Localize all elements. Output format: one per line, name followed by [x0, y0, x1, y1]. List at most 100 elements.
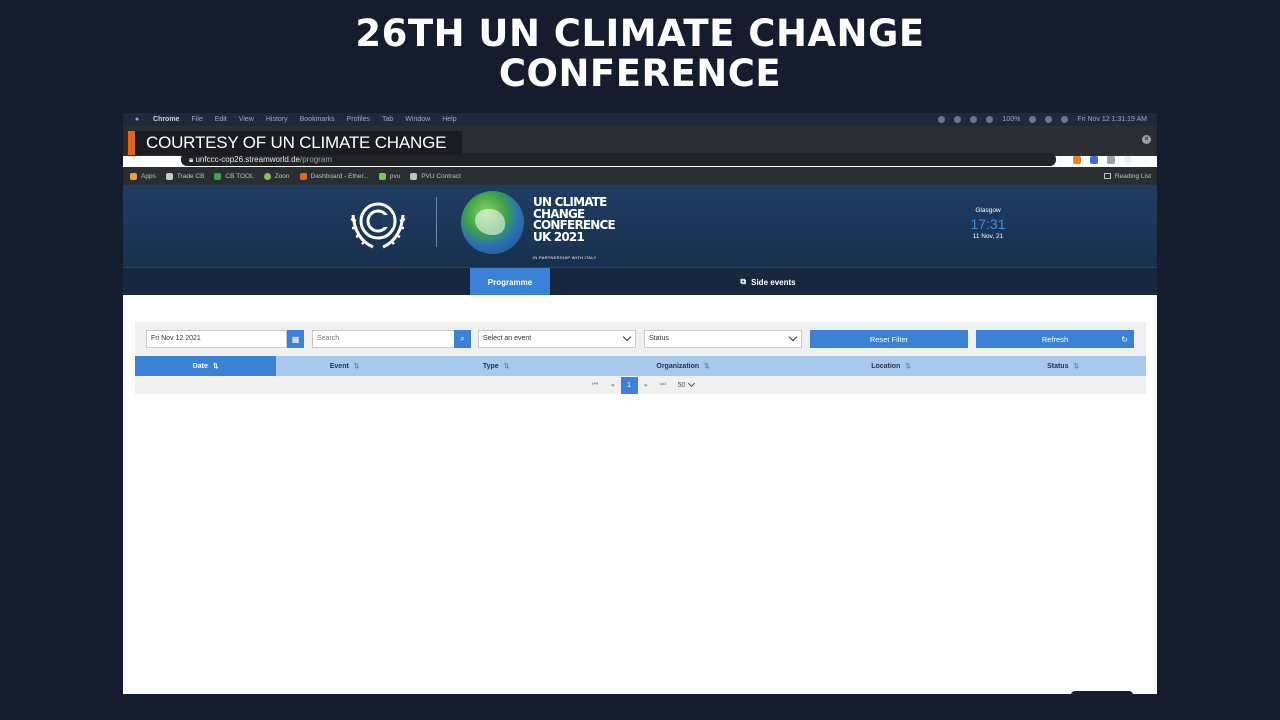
glasgow-clock: Glasgow 17:31 11 Nov, 21: [966, 207, 1010, 240]
column-header-location[interactable]: Location ⇅: [787, 356, 995, 376]
headline-line-2: CONFERENCE: [498, 52, 782, 95]
programme-content: Fri Nov 12 2021 ▦ Search ⌕ Select an eve…: [123, 295, 1157, 694]
column-header-event[interactable]: Event ⇅: [276, 356, 413, 376]
metamask-extension-icon[interactable]: [1073, 155, 1081, 164]
column-header-date[interactable]: Date ⇅: [135, 356, 276, 376]
site-header: UN CLIMATE CHANGE CONFERENCE UK 2021 IN …: [123, 185, 1157, 267]
menu-item-tab[interactable]: Tab: [382, 116, 393, 123]
menu-item-bookmarks[interactable]: Bookmarks: [300, 116, 335, 123]
pvu-icon: [378, 172, 386, 180]
tab-side-events[interactable]: ⧉ Side events: [723, 268, 813, 296]
clock-city: Glasgow: [975, 207, 1001, 214]
chevron-down-icon: [788, 332, 798, 342]
chevron-down-icon: [622, 332, 632, 342]
headline: 26TH UN CLIMATE CHANGE CONFERENCE: [0, 14, 1280, 94]
menubar-status-area: 100% Fri Nov 12 1:31:19 AM: [938, 113, 1147, 126]
puzzle-icon[interactable]: [1107, 155, 1115, 164]
courtesy-overlay: COURTESY OF UN CLIMATE CHANGE: [128, 131, 463, 155]
tab-programme[interactable]: Programme: [470, 268, 550, 296]
column-header-status[interactable]: Status ⇅: [995, 356, 1131, 376]
search-input[interactable]: Search: [312, 330, 455, 348]
control-center-icon[interactable]: [1061, 116, 1069, 123]
table-header: Date ⇅ Event ⇅ Type ⇅ Organization ⇅ Locatio…: [135, 356, 1146, 376]
menu-item-window[interactable]: Window: [405, 116, 430, 123]
extension-icon[interactable]: [1090, 155, 1098, 164]
prev-page-icon[interactable]: ◂: [604, 377, 621, 394]
url-path: /program: [299, 155, 332, 164]
menu-item-file[interactable]: File: [191, 116, 202, 123]
cbtool-icon: [214, 172, 222, 180]
apple-icon[interactable]: ●: [133, 116, 141, 123]
last-page-icon[interactable]: ⏭: [655, 377, 672, 394]
header-divider: [436, 197, 437, 247]
bookmark-zoon[interactable]: Zoon: [263, 172, 290, 180]
star-icon[interactable]: ☆: [1056, 156, 1064, 166]
pagination: ⏮ ◂ 1 ▸ ⏭ 50: [135, 376, 1146, 394]
clock-date: 11 Nov, 21: [972, 233, 1004, 240]
status-app-icon[interactable]: [938, 116, 946, 123]
unfccc-logo[interactable]: [343, 195, 413, 253]
external-link-icon: ⧉: [740, 277, 747, 286]
battery-percent: 100%: [1002, 116, 1021, 123]
menu-item-chrome[interactable]: Chrome: [153, 116, 179, 123]
bottom-widget-tab: [1071, 691, 1133, 694]
search-icon[interactable]: [1045, 116, 1053, 123]
event-select[interactable]: Select an event: [478, 330, 636, 348]
date-input[interactable]: Fri Nov 12 2021: [146, 330, 287, 348]
zoon-icon: [263, 172, 271, 180]
first-page-icon[interactable]: ⏮: [587, 377, 604, 394]
calendar-icon[interactable]: ▦: [287, 330, 304, 348]
extension-toolbar: ☆ ⋮: [1056, 153, 1149, 166]
dashboard-icon: [299, 172, 307, 180]
column-header-organization[interactable]: Organization ⇅: [579, 356, 787, 376]
sort-icon: ⇅: [353, 363, 360, 370]
apps-grid-icon: [130, 172, 137, 180]
column-header-type[interactable]: Type ⇅: [413, 356, 579, 376]
bookmark-dashboard[interactable]: Dashboard - Ether...: [299, 172, 369, 180]
cop26-subtitle: IN PARTNERSHIP WITH ITALY: [533, 255, 597, 260]
reading-list-button[interactable]: Reading List: [1103, 167, 1151, 185]
cop26-logo-text[interactable]: UN CLIMATE CHANGE CONFERENCE UK 2021: [533, 196, 616, 243]
refresh-icon: ↻: [1121, 334, 1128, 344]
chevron-down-icon: [688, 379, 696, 388]
bookmark-pvu-contract[interactable]: PVU Contract: [410, 172, 461, 180]
status-app-icon[interactable]: [954, 116, 962, 123]
globe-icon[interactable]: [970, 116, 978, 123]
more-menu-icon[interactable]: ⋮: [1141, 156, 1149, 165]
menu-item-profiles[interactable]: Profiles: [347, 116, 370, 123]
close-icon[interactable]: ×: [1142, 135, 1151, 144]
macos-menubar: ● Chrome File Edit View History Bookmark…: [123, 113, 1157, 126]
courtesy-accent-bar: [128, 131, 135, 155]
bookmark-apps[interactable]: Apps: [130, 172, 156, 180]
sort-icon: ⇅: [503, 363, 510, 370]
sort-icon: ⇅: [1073, 363, 1079, 370]
search-icon[interactable]: ⌕: [454, 330, 471, 348]
page-size-select[interactable]: 50: [678, 379, 696, 389]
courtesy-text: COURTESY OF UN CLIMATE CHANGE: [146, 133, 447, 152]
menu-item-help[interactable]: Help: [442, 116, 456, 123]
sort-icon: ⇅: [704, 363, 710, 370]
menu-item-history[interactable]: History: [266, 116, 288, 123]
page-number-current[interactable]: 1: [620, 376, 638, 394]
screen-capture: ● Chrome File Edit View History Bookmark…: [123, 113, 1157, 694]
refresh-button[interactable]: Refresh ↻: [976, 330, 1134, 348]
reading-list-icon: [1103, 173, 1111, 179]
menu-item-edit[interactable]: Edit: [215, 116, 227, 123]
status-select[interactable]: Status: [644, 330, 802, 348]
sort-icon: ⇅: [905, 363, 911, 370]
bluetooth-icon[interactable]: [986, 116, 994, 123]
tab-side-events-label: Side events: [751, 277, 796, 287]
bookmark-cb-tool[interactable]: CB TOOL: [214, 172, 254, 180]
bookmark-trade-cb[interactable]: Trade CB: [165, 172, 204, 180]
menu-item-view[interactable]: View: [239, 116, 254, 123]
bookmark-pvu[interactable]: pvu: [378, 172, 400, 180]
next-page-icon[interactable]: ▸: [638, 377, 655, 394]
site-tabs: Programme ⧉ Side events: [123, 267, 1157, 296]
reset-filter-button[interactable]: Reset Filter: [810, 330, 968, 348]
profile-avatar[interactable]: [1124, 155, 1132, 164]
menubar-clock: Fri Nov 12 1:31:19 AM: [1077, 116, 1147, 123]
url-host: unfccc-cop26.streamworld.de: [195, 155, 300, 164]
bookmarks-bar: Apps Trade CB CB TOOL Zoon Dashboard - E…: [123, 167, 1157, 185]
clock-time: 17:31: [970, 216, 1006, 232]
wifi-icon[interactable]: [1029, 116, 1037, 123]
